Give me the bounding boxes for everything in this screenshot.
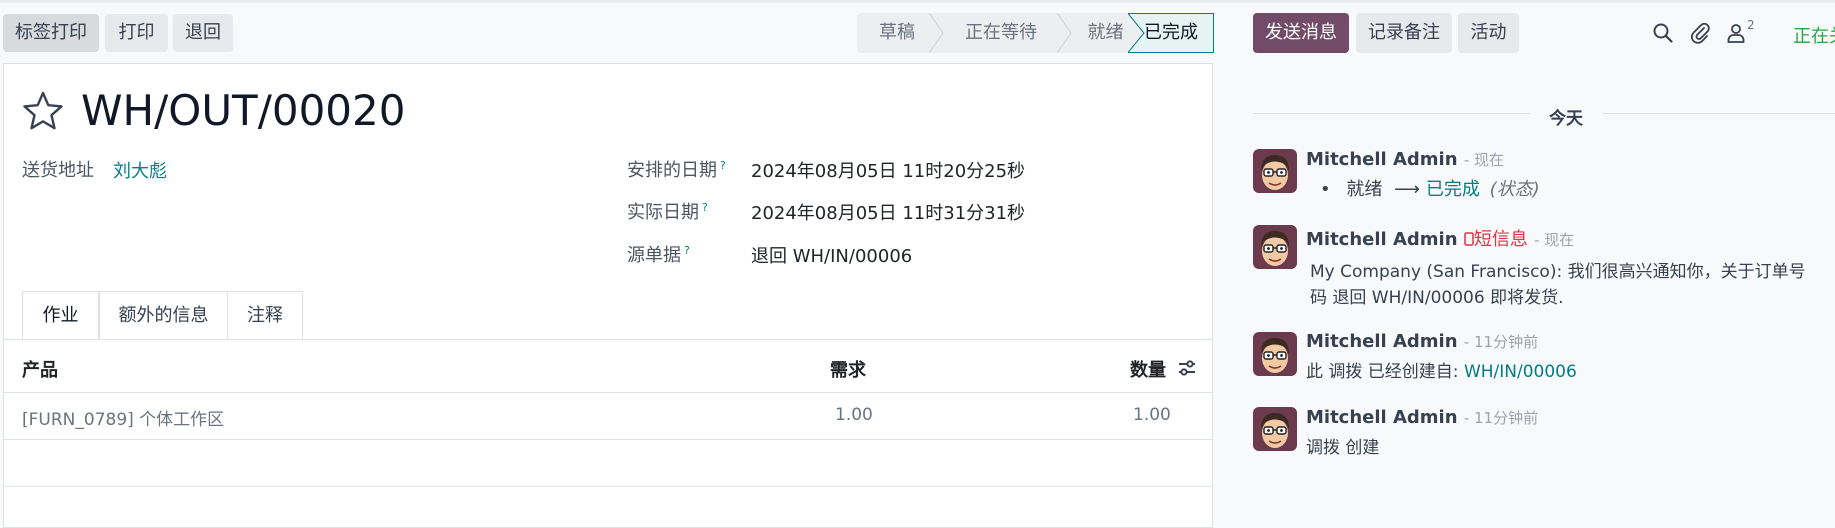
message-author-line: Mitchell Admin - 11分钟前 bbox=[1306, 331, 1539, 352]
following-status[interactable]: 正在关注 bbox=[1793, 22, 1835, 48]
scheduled-date-value[interactable]: 2024年08月05日 11时20分25秒 bbox=[751, 157, 1025, 183]
avatar[interactable] bbox=[1253, 149, 1297, 193]
active-stage-border bbox=[1128, 13, 1214, 53]
message-time: 现在 bbox=[1474, 151, 1505, 169]
page-title: WH/OUT/00020 bbox=[81, 86, 406, 135]
print-button[interactable]: 打印 bbox=[105, 14, 168, 52]
message-author[interactable]: Mitchell Admin bbox=[1306, 331, 1458, 352]
demand-cell[interactable]: 1.00 bbox=[835, 405, 873, 425]
message-author[interactable]: Mitchell Admin bbox=[1306, 229, 1458, 250]
search-icon[interactable] bbox=[1652, 22, 1674, 44]
arrow-right-icon: ⟶ bbox=[1394, 179, 1420, 200]
tracking-value: • 就绪 ⟶ 已完成 (状态) bbox=[1320, 175, 1540, 201]
stage-waiting[interactable]: 正在等待 bbox=[937, 13, 1065, 53]
column-settings-icon[interactable] bbox=[1176, 357, 1198, 379]
log-note-button[interactable]: 记录备注 bbox=[1356, 13, 1452, 53]
sms-badge-label: 短信息 bbox=[1473, 229, 1528, 250]
table-header-divider bbox=[3, 392, 1213, 393]
stage-separator bbox=[929, 13, 944, 53]
tab-operations[interactable]: 作业 bbox=[22, 291, 99, 339]
column-header-demand[interactable]: 需求 bbox=[830, 356, 866, 382]
column-header-quantity[interactable]: 数量 bbox=[1130, 356, 1166, 382]
tracking-old-value: 就绪 bbox=[1346, 179, 1383, 200]
message-text: 此 调拨 已经创建自: bbox=[1306, 362, 1459, 382]
message-body-line: My Company (San Francisco): 我们很高兴通知你，关于订… bbox=[1310, 262, 1806, 282]
sms-badge: 短信息 bbox=[1464, 229, 1528, 250]
message-author-line: Mitchell Admin - 现在 bbox=[1306, 149, 1505, 170]
product-cell[interactable]: [FURN_0789] 个体工作区 bbox=[22, 405, 224, 430]
quantity-cell[interactable]: 1.00 bbox=[1133, 405, 1171, 425]
effective-date-value[interactable]: 2024年08月05日 11时31分31秒 bbox=[751, 199, 1025, 225]
table-row-divider bbox=[3, 486, 1213, 487]
stage-draft[interactable]: 草稿 bbox=[857, 13, 937, 53]
today-divider-right bbox=[1603, 113, 1835, 114]
scheduled-date-label: 安排的日期? bbox=[627, 156, 726, 182]
message-time: 11分钟前 bbox=[1474, 409, 1539, 427]
help-icon[interactable]: ? bbox=[702, 201, 708, 214]
effective-date-label: 实际日期? bbox=[627, 198, 708, 224]
avatar[interactable] bbox=[1253, 407, 1297, 451]
source-document-label-text: 源单据 bbox=[627, 245, 681, 266]
source-document-label: 源单据? bbox=[627, 241, 690, 267]
followers-count: 2 bbox=[1747, 18, 1755, 32]
message-body: 此 调拨 已经创建自: WH/IN/00006 bbox=[1306, 357, 1577, 382]
sms-icon bbox=[1464, 232, 1474, 246]
message-time: 11分钟前 bbox=[1474, 333, 1539, 351]
star-icon[interactable] bbox=[22, 90, 64, 132]
stage-separator bbox=[1057, 13, 1072, 53]
effective-date-label-text: 实际日期 bbox=[627, 202, 699, 223]
tab-notes[interactable]: 注释 bbox=[227, 291, 303, 339]
message-author[interactable]: Mitchell Admin bbox=[1306, 407, 1458, 428]
return-button[interactable]: 退回 bbox=[173, 14, 233, 52]
scheduled-date-label-text: 安排的日期 bbox=[627, 160, 717, 181]
message-time: 现在 bbox=[1544, 231, 1575, 249]
tracking-new-value: 已完成 bbox=[1425, 179, 1480, 200]
message-author-line: Mitchell Admin 短信息 - 现在 bbox=[1306, 229, 1575, 250]
message-author-line: Mitchell Admin - 11分钟前 bbox=[1306, 407, 1539, 428]
message-author[interactable]: Mitchell Admin bbox=[1306, 149, 1458, 170]
today-divider-left bbox=[1253, 113, 1530, 114]
table-row-divider bbox=[3, 439, 1213, 440]
delivery-address-link[interactable]: 刘大彪 bbox=[113, 157, 167, 183]
top-border bbox=[0, 0, 1835, 3]
source-document-link[interactable]: WH/IN/00006 bbox=[1464, 362, 1577, 382]
status-bar: 草稿 正在等待 就绪 已完成 bbox=[857, 13, 1214, 53]
paperclip-icon[interactable] bbox=[1689, 22, 1711, 44]
label-print-button[interactable]: 标签打印 bbox=[3, 14, 99, 52]
followers-icon[interactable] bbox=[1725, 22, 1747, 44]
source-document-value[interactable]: 退回 WH/IN/00006 bbox=[751, 242, 912, 268]
message-body-line: 码 退回 WH/IN/00006 即将发货. bbox=[1310, 288, 1564, 308]
send-message-button[interactable]: 发送消息 bbox=[1253, 13, 1349, 53]
tab-extra-info[interactable]: 额外的信息 bbox=[99, 291, 228, 339]
tracking-field: (状态) bbox=[1489, 179, 1540, 200]
delivery-address-label: 送货地址 bbox=[22, 160, 94, 181]
message-body: 调拨 创建 bbox=[1306, 438, 1380, 458]
today-separator: 今天 bbox=[1549, 109, 1583, 129]
bullet: • bbox=[1320, 179, 1331, 200]
help-icon[interactable]: ? bbox=[684, 244, 690, 257]
avatar[interactable] bbox=[1253, 332, 1297, 376]
avatar[interactable] bbox=[1253, 225, 1297, 269]
activity-button[interactable]: 活动 bbox=[1458, 13, 1519, 53]
help-icon[interactable]: ? bbox=[720, 159, 726, 172]
column-header-product[interactable]: 产品 bbox=[22, 356, 58, 382]
